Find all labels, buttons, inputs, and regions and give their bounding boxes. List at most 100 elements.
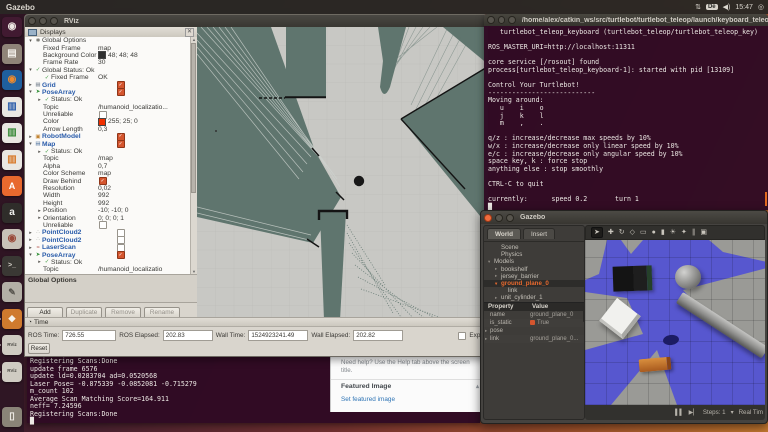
panel-close-icon[interactable]: ✕ bbox=[185, 27, 194, 37]
gazebo-property-row[interactable]: ▸ link ground_plane_0... bbox=[484, 334, 584, 343]
tree-expander-icon[interactable]: ▸ bbox=[36, 97, 43, 103]
gazebo-titlebar[interactable]: Gazebo bbox=[481, 211, 767, 224]
displays-tree-row[interactable]: ▾ ➤ PoseArray bbox=[25, 251, 191, 260]
displays-tree-row[interactable]: Resolution 0,02 bbox=[25, 185, 191, 192]
tree-expander-icon[interactable]: ▸ bbox=[27, 245, 34, 251]
displays-tree-row[interactable]: ▾ ➤ PoseArray bbox=[25, 88, 191, 97]
maximize-button[interactable] bbox=[508, 16, 516, 24]
collapse-caret-icon[interactable]: ▴ bbox=[476, 383, 479, 390]
scale-icon[interactable]: ◇ bbox=[630, 229, 635, 236]
minimize-button[interactable] bbox=[495, 213, 503, 222]
displays-tree-scrollbar[interactable]: ▲ ▼ bbox=[190, 37, 197, 274]
time-field-value[interactable]: 202.82 bbox=[353, 330, 404, 341]
launcher-item-files[interactable]: ▤ bbox=[2, 43, 22, 64]
keyboard-layout-indicator[interactable]: De bbox=[705, 4, 718, 10]
close-button[interactable] bbox=[28, 17, 36, 25]
gazebo-property-row[interactable]: is_static True bbox=[484, 318, 584, 327]
close-button[interactable] bbox=[484, 213, 492, 222]
displays-tree-row[interactable]: Height 992 bbox=[25, 200, 191, 207]
pause-icon[interactable]: ▌▌ bbox=[675, 410, 684, 416]
tree-expander-icon[interactable]: ▸ bbox=[36, 259, 43, 265]
tree-expander-icon[interactable]: ▸ bbox=[27, 82, 34, 88]
tree-expander-icon[interactable]: ▾ bbox=[27, 38, 34, 44]
launcher-item-libreoffice-impress[interactable]: ▥ bbox=[2, 149, 22, 170]
displays-tree-row[interactable]: Color Scheme map bbox=[25, 170, 191, 177]
displays-tree-row[interactable]: ▸ ▦ Grid bbox=[25, 81, 191, 90]
teleop-terminal-window[interactable]: /home/alex/catkin_ws/src/turtlebot/turtl… bbox=[484, 14, 768, 210]
bookshelf-model[interactable] bbox=[612, 265, 653, 292]
displays-tree-row[interactable]: ▾ ✱ Global Options bbox=[25, 37, 191, 44]
tab-world[interactable]: World bbox=[487, 228, 521, 239]
step-icon[interactable]: ▶▏ bbox=[689, 409, 698, 416]
spot-light-icon[interactable]: ✦ bbox=[681, 229, 687, 236]
gazebo-property-row[interactable]: ▸ pose bbox=[484, 327, 584, 335]
cylinder-icon[interactable]: ▮ bbox=[661, 229, 665, 236]
gazebo-tree-item[interactable]: Physics bbox=[484, 251, 584, 258]
close-button[interactable] bbox=[487, 16, 495, 24]
displays-tree-row[interactable]: Background Color 48; 48; 48 bbox=[25, 51, 191, 60]
displays-tree-row[interactable]: Unreliable bbox=[25, 221, 191, 230]
rviz-titlebar[interactable]: RViz bbox=[25, 15, 487, 27]
tree-expander-icon[interactable]: ▸ bbox=[27, 134, 34, 140]
displays-tree-row[interactable]: ▸ ✓ Status: Ok bbox=[25, 148, 191, 155]
launcher-item-trash[interactable]: ▯ bbox=[2, 407, 22, 427]
network-icon[interactable]: ⇅ bbox=[695, 3, 701, 11]
gazebo-tree-item[interactable]: link bbox=[484, 287, 584, 294]
camera-icon[interactable]: ▣ bbox=[700, 229, 707, 236]
maximize-button[interactable] bbox=[50, 17, 58, 25]
session-gear-icon[interactable]: ◎ bbox=[758, 3, 764, 11]
displays-tree-row[interactable]: Arrow Length 0,3 bbox=[25, 126, 191, 133]
displays-tree-row[interactable]: Topic/humanoid_localizatio bbox=[25, 266, 191, 273]
select-arrow-icon[interactable]: ➤ bbox=[591, 227, 603, 238]
experimental-checkbox[interactable] bbox=[458, 331, 467, 340]
displays-tree-row[interactable]: Topic/humanoid_localizatio... bbox=[25, 104, 191, 111]
time-panel-header[interactable]: ◔ Time bbox=[25, 318, 487, 327]
launcher-item-rviz-2[interactable]: RViz bbox=[0, 361, 22, 382]
displays-tree-row[interactable]: Width 992 bbox=[25, 192, 191, 199]
sphere-icon[interactable]: ● bbox=[652, 229, 656, 236]
brick-model[interactable] bbox=[638, 356, 672, 373]
launcher-item-text-editor[interactable]: ✎ bbox=[2, 282, 22, 302]
displays-tree-row[interactable]: ▸ Position -10; -10; 0 bbox=[25, 207, 191, 214]
steps-dropdown-icon[interactable]: ▾ bbox=[731, 409, 734, 416]
time-field-value[interactable]: 202.83 bbox=[162, 330, 213, 341]
set-featured-image-link[interactable]: Set featured image bbox=[341, 396, 487, 403]
launcher-item-system-settings[interactable]: ◉ bbox=[2, 229, 22, 249]
time-field-value[interactable]: 1524923241.49 bbox=[248, 330, 309, 341]
displays-tree-row[interactable]: ▸ ≈ LaserScan bbox=[25, 243, 191, 252]
featured-image-panel-header[interactable]: Featured Image ▴ bbox=[331, 379, 487, 390]
launcher-item-ubuntu-software[interactable]: A bbox=[2, 176, 22, 196]
volume-icon[interactable]: ◀) bbox=[723, 3, 731, 11]
launcher-item-amazon[interactable]: a bbox=[2, 202, 22, 223]
gmapping-terminal-output[interactable]: Registering Scans:Done update frame 6576… bbox=[30, 357, 197, 426]
launcher-item-firefox[interactable]: ◉ bbox=[2, 70, 22, 90]
tree-expander-icon[interactable]: ▸ bbox=[27, 237, 34, 243]
launcher-item-libreoffice-writer[interactable]: ▥ bbox=[2, 96, 22, 117]
displays-tree-row[interactable]: ▸ ✓ Status: Ok bbox=[25, 259, 191, 266]
scrollbar-thumb[interactable] bbox=[191, 43, 196, 193]
displays-tree-row[interactable]: Frame Rate 30 bbox=[25, 59, 191, 66]
box-icon[interactable]: ▭ bbox=[640, 229, 647, 236]
launcher-item-terminal[interactable]: >_ bbox=[0, 255, 22, 276]
displays-tree-row[interactable]: Alpha 0,7 bbox=[25, 163, 191, 170]
displays-tree-row[interactable]: ▸ ▣ RobotModel bbox=[25, 132, 191, 141]
tree-expander-icon[interactable]: ▾ bbox=[27, 252, 34, 258]
tab-insert[interactable]: Insert bbox=[523, 228, 555, 239]
displays-tree-row[interactable]: Topic/map bbox=[25, 155, 191, 162]
time-field-value[interactable]: 726.55 bbox=[62, 330, 117, 341]
launcher-item-rviz-1[interactable]: RViz bbox=[0, 335, 22, 355]
gazebo-tree-item[interactable]: ▸ bookshelf bbox=[484, 266, 584, 273]
launcher-item-dash-home[interactable]: ◉ bbox=[2, 17, 22, 37]
displays-tree-row[interactable]: Color 255; 25; 0 bbox=[25, 117, 191, 126]
gazebo-tree-item[interactable]: ▸ unit_cylinder_1 bbox=[484, 294, 584, 301]
gazebo-3d-viewport[interactable] bbox=[585, 240, 765, 405]
maximize-button[interactable] bbox=[506, 213, 514, 222]
gazebo-tree-item[interactable]: ▸ jersey_barrier bbox=[484, 273, 584, 280]
sphere-model[interactable] bbox=[675, 265, 701, 289]
tree-expander-icon[interactable]: ▸ bbox=[36, 208, 43, 214]
displays-tree-row[interactable]: ▾ ▤ Map bbox=[25, 140, 191, 149]
gazebo-tree-item[interactable]: Scene bbox=[484, 244, 584, 251]
displays-tree-row[interactable]: ▾ ✓ Global Status: Ok bbox=[25, 67, 191, 74]
gazebo-tree-item[interactable]: ▾ ground_plane_0 bbox=[484, 279, 584, 288]
sun-icon[interactable]: ☀ bbox=[670, 229, 676, 236]
